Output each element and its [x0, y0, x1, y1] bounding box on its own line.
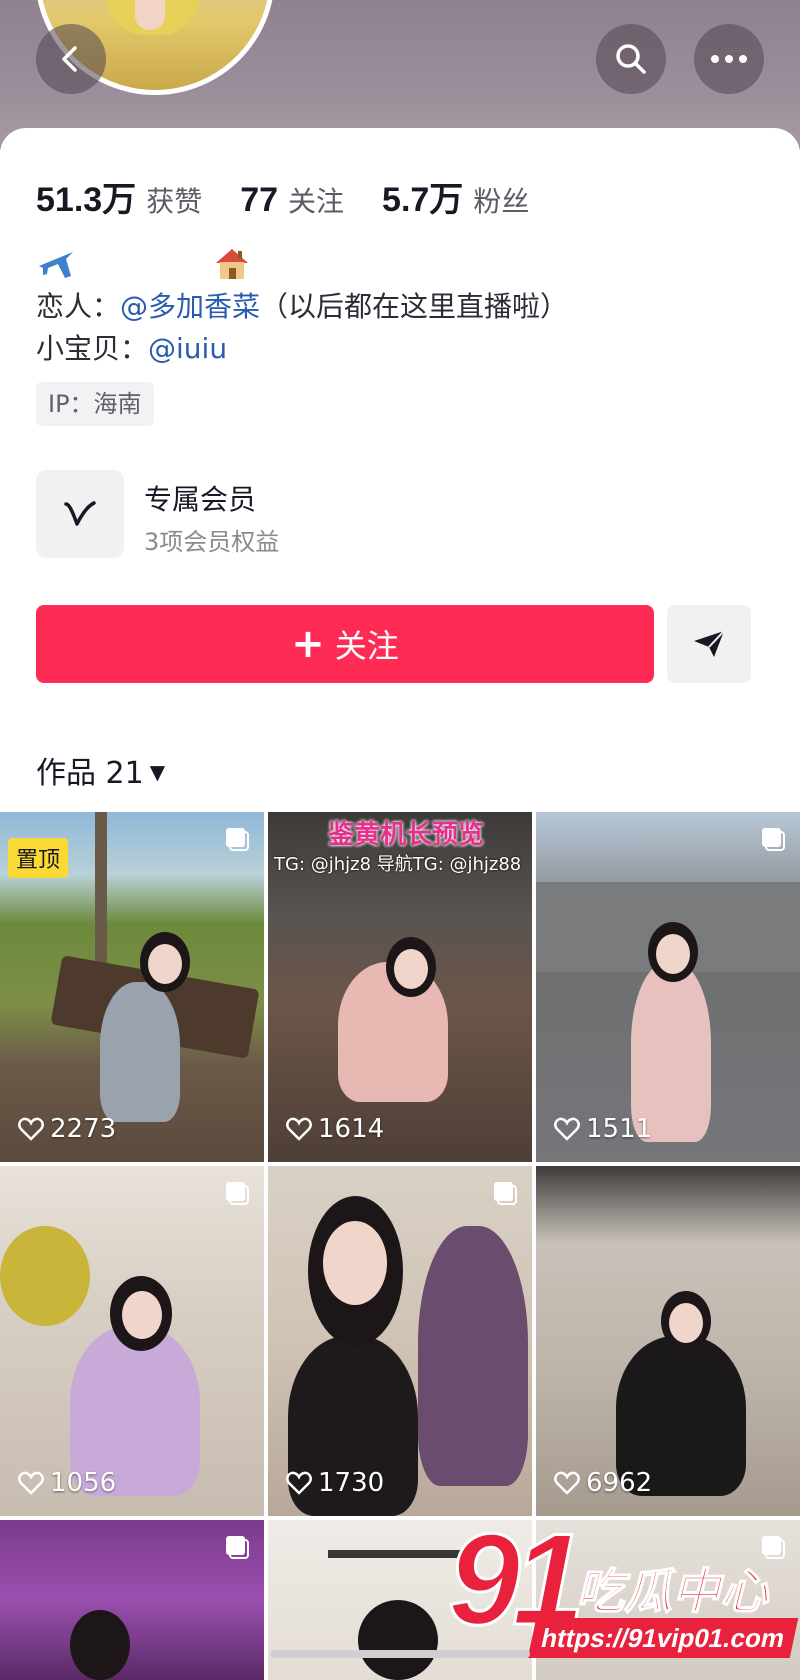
likes-count[interactable]: 51.3万: [36, 172, 136, 221]
avatar-arm: [135, 0, 165, 30]
tab-works[interactable]: 作品 21 ▼: [36, 748, 165, 792]
profile-bio: 恋人：@多加香菜（以后都在这里直播啦） 小宝贝：@iuiu: [36, 246, 756, 370]
video-tile[interactable]: [0, 1520, 264, 1680]
person-face: [669, 1303, 703, 1343]
like-count-value: 2273: [50, 1114, 117, 1144]
follow-button[interactable]: + 关注: [36, 605, 654, 683]
person-figure: [100, 982, 180, 1122]
send-icon: [694, 630, 725, 657]
video-tile[interactable]: 6962: [536, 1166, 800, 1516]
plus-icon: +: [291, 621, 325, 667]
pinned-badge: 置顶: [8, 838, 69, 878]
partner-prefix: 恋人：: [36, 290, 121, 323]
person-hair: [70, 1610, 130, 1680]
heart-icon: [286, 1117, 312, 1141]
bio-line-partner: 恋人：@多加香菜（以后都在这里直播啦）: [36, 286, 756, 328]
send-message-button[interactable]: [667, 605, 751, 683]
heart-icon: [18, 1471, 44, 1495]
airplane-icon: [39, 252, 73, 278]
like-count: 1730: [286, 1468, 384, 1498]
search-icon: [616, 44, 646, 74]
banner-title: 鉴黄机长预览: [328, 820, 485, 850]
partner-suffix: （以后都在这里直播啦）: [260, 290, 569, 323]
like-count: 1056: [18, 1468, 116, 1498]
follow-label: 关注: [334, 627, 399, 665]
video-tile[interactable]: 鉴黄机长预览 TG: @jhjz8 导航TG: @jhjz88 1614: [268, 812, 532, 1162]
video-tile[interactable]: 1511: [536, 812, 800, 1162]
bio-emoji-row: [36, 246, 756, 286]
chevron-left-icon: [62, 46, 77, 72]
ceiling-fan: [328, 1550, 468, 1558]
works-tab-label: 作品 21: [36, 756, 144, 791]
banner-subtitle: TG: @jhjz8 导航TG: @jhjz88: [274, 854, 522, 875]
video-tile[interactable]: 置顶 2273: [0, 812, 264, 1162]
person-face: [122, 1291, 162, 1339]
multi-image-icon: [762, 828, 785, 851]
person-face: [656, 934, 690, 974]
like-count: 2273: [18, 1114, 116, 1144]
heart-icon: [554, 1117, 580, 1141]
member-v-icon: [36, 470, 124, 558]
heart-icon: [18, 1117, 44, 1141]
like-count: 6962: [554, 1468, 652, 1498]
promo-banner: 鉴黄机长预览 TG: @jhjz8 导航TG: @jhjz88: [268, 812, 532, 884]
hooded-person: [418, 1226, 528, 1486]
person-face: [394, 949, 428, 989]
palm-trunk: [95, 812, 107, 982]
followers-label[interactable]: 粉丝: [473, 180, 529, 220]
watermark-text: 吃瓜中心: [575, 1563, 769, 1621]
like-count-value: 1056: [50, 1468, 117, 1498]
video-tile[interactable]: 1730: [268, 1166, 532, 1516]
more-horizontal-icon: [711, 55, 747, 63]
heart-icon: [286, 1471, 312, 1495]
like-count: 1511: [554, 1114, 652, 1144]
partner-mention[interactable]: @多加香菜: [120, 290, 260, 323]
more-button[interactable]: [694, 24, 764, 94]
like-count: 1614: [286, 1114, 384, 1144]
baby-prefix: 小宝贝：: [36, 332, 149, 365]
back-button[interactable]: [36, 24, 106, 94]
profile-stats: 51.3万 获赞 77 关注 5.7万 粉丝: [36, 172, 567, 221]
like-count-value: 6962: [586, 1468, 653, 1498]
exclusive-member-entry[interactable]: 专属会员 3项会员权益: [36, 470, 536, 560]
followers-count[interactable]: 5.7万: [382, 172, 463, 221]
multi-image-icon: [494, 1182, 517, 1205]
member-subtitle: 3项会员权益: [144, 528, 280, 556]
like-count-value: 1730: [318, 1468, 385, 1498]
multi-image-icon: [226, 828, 249, 851]
person-hair: [358, 1600, 438, 1680]
bio-line-baby: 小宝贝：@iuiu: [36, 328, 756, 370]
following-count[interactable]: 77: [240, 181, 278, 220]
watermark-url: https://91vip01.com: [527, 1618, 799, 1658]
following-label[interactable]: 关注: [288, 180, 344, 220]
likes-label[interactable]: 获赞: [146, 180, 202, 220]
search-button[interactable]: [596, 24, 666, 94]
like-count-value: 1511: [586, 1114, 653, 1144]
member-title: 专属会员: [144, 483, 257, 516]
ip-location-tag: IP：海南: [36, 382, 154, 426]
person-face: [323, 1221, 387, 1305]
person-face: [148, 944, 182, 984]
heart-icon: [554, 1471, 580, 1495]
like-count-value: 1614: [318, 1114, 385, 1144]
multi-image-icon: [226, 1536, 249, 1559]
multi-image-icon: [226, 1182, 249, 1205]
baby-mention[interactable]: @iuiu: [148, 332, 227, 365]
house-icon: [216, 249, 248, 279]
caret-down-icon: ▼: [149, 760, 166, 784]
video-tile[interactable]: 1056: [0, 1166, 264, 1516]
home-indicator[interactable]: [270, 1650, 530, 1658]
site-watermark: 91 吃瓜中心 https://91vip01.com: [447, 1505, 799, 1670]
flowers: [0, 1226, 90, 1326]
